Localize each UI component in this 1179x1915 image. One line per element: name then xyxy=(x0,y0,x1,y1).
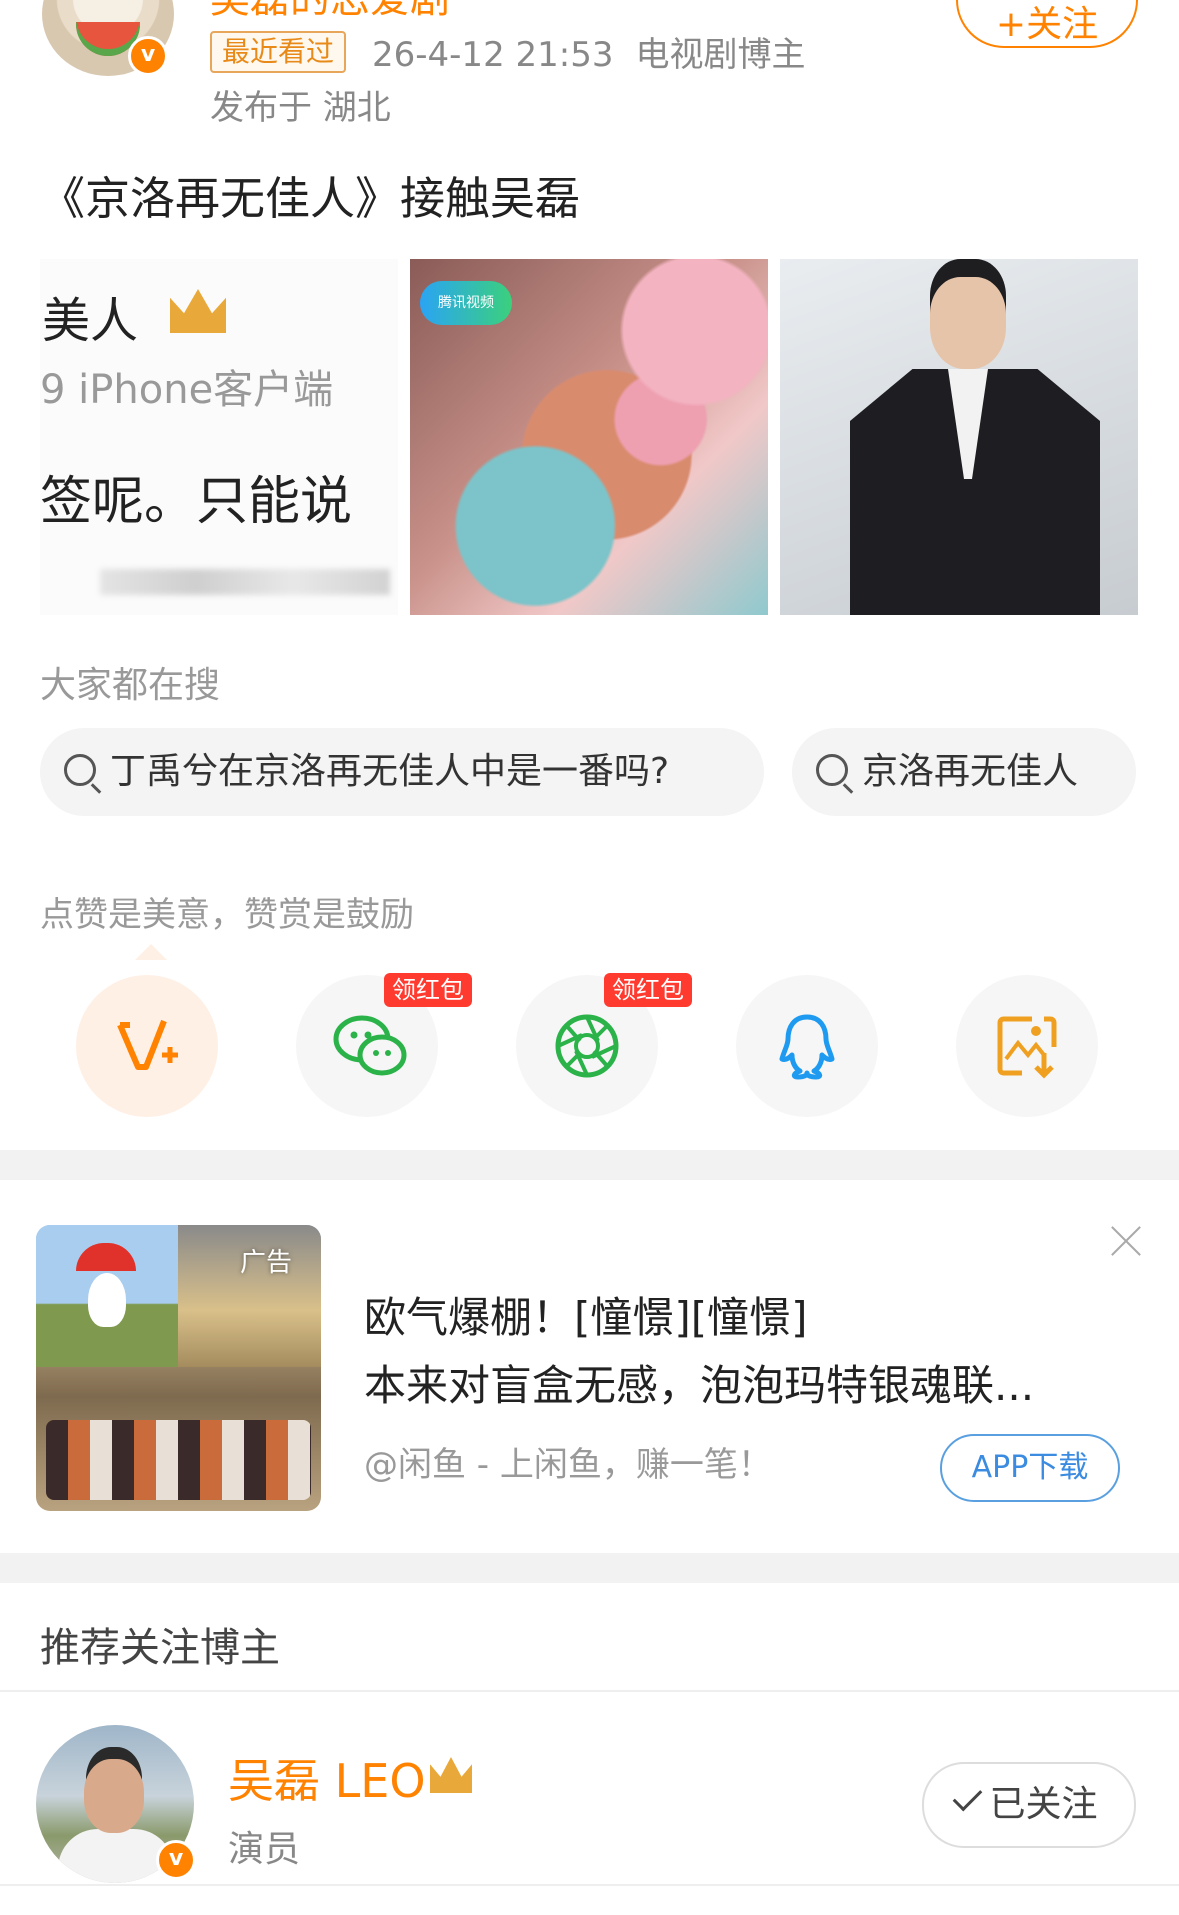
post-timestamp: 26-4-12 21:53 xyxy=(372,35,614,75)
author-name[interactable]: 吴磊的恋爱剧 xyxy=(210,0,450,24)
ad-tag: 广告 xyxy=(240,1248,293,1278)
save-image-button[interactable] xyxy=(956,975,1098,1117)
check-icon xyxy=(953,1781,983,1812)
post-image-3[interactable] xyxy=(780,259,1138,615)
follow-button[interactable]: +关注 xyxy=(956,0,1138,48)
tencent-video-watermark: 腾讯视频 xyxy=(420,281,512,325)
recommend-title: 推荐关注博主 xyxy=(40,1625,280,1671)
reward-label: 点赞是美意，赞赏是鼓励 xyxy=(40,895,414,935)
ad-title-line1[interactable]: 欧气爆棚！[憧憬][憧憬] xyxy=(364,1284,808,1345)
crown-icon xyxy=(430,1757,472,1793)
ad-source: @闲鱼 - 上闲鱼，赚一笔！ xyxy=(364,1445,772,1485)
search-chip-1[interactable]: 丁禹兮在京洛再无佳人中是一番吗? xyxy=(40,728,764,816)
post-meta: 26-4-12 21:53 电视剧博主 xyxy=(372,27,828,76)
crown-icon xyxy=(170,289,226,333)
qq-icon xyxy=(779,1014,835,1080)
red-packet-tag-2: 领红包 xyxy=(604,973,692,1007)
recommend-name[interactable]: 吴磊 LEO xyxy=(228,1745,426,1811)
screenshot-text-name: 美人 xyxy=(42,293,139,349)
search-section-label: 大家都在搜 xyxy=(40,665,221,706)
red-packet-tag-1: 领红包 xyxy=(384,973,472,1007)
post-text[interactable]: 《京洛再无佳人》接触吴磊 xyxy=(40,162,580,227)
search-chip-1-label: 丁禹兮在京洛再无佳人中是一番吗? xyxy=(110,751,670,792)
wechat-icon xyxy=(333,1015,407,1076)
blurred-text xyxy=(100,569,390,595)
post-image-1[interactable]: 美人 9 iPhone客户端 签呢。只能说 xyxy=(40,259,398,615)
recommend-role: 演员 xyxy=(228,1829,301,1870)
search-chip-2[interactable]: 京洛再无佳人 xyxy=(792,728,1136,816)
author-role: 电视剧博主 xyxy=(635,35,806,75)
screenshot-text-client: 9 iPhone客户端 xyxy=(40,367,334,413)
save-image-icon xyxy=(997,1016,1057,1079)
followed-label: 已关注 xyxy=(989,1784,1098,1825)
moments-icon xyxy=(555,1014,619,1078)
v-plus-button[interactable] xyxy=(76,975,218,1117)
search-icon xyxy=(816,754,848,786)
search-icon xyxy=(64,754,96,786)
v-plus-icon xyxy=(117,1019,178,1070)
divider-line xyxy=(0,1884,1179,1886)
divider-line xyxy=(0,1690,1179,1692)
verified-badge-icon: v xyxy=(128,36,168,76)
screenshot-text-body: 签呢。只能说 xyxy=(40,472,353,532)
ad-title-line2[interactable]: 本来对盲盒无感，泡泡玛特银魂联... xyxy=(364,1352,1034,1413)
section-divider xyxy=(0,1553,1179,1583)
post-image-2[interactable]: 腾讯视频 xyxy=(410,259,768,615)
qq-share-button[interactable] xyxy=(736,975,878,1117)
recent-viewed-badge: 最近看过 xyxy=(210,31,347,73)
followed-button[interactable]: 已关注 xyxy=(922,1762,1136,1848)
verified-badge-icon: v xyxy=(156,1840,196,1880)
section-divider xyxy=(0,1150,1179,1180)
pointer-arrow-icon xyxy=(135,944,167,960)
app-download-button[interactable]: APP下载 xyxy=(940,1434,1120,1502)
search-chip-2-label: 京洛再无佳人 xyxy=(862,751,1079,792)
post-location: 发布于 湖北 xyxy=(210,88,391,128)
close-icon[interactable] xyxy=(1108,1223,1144,1259)
